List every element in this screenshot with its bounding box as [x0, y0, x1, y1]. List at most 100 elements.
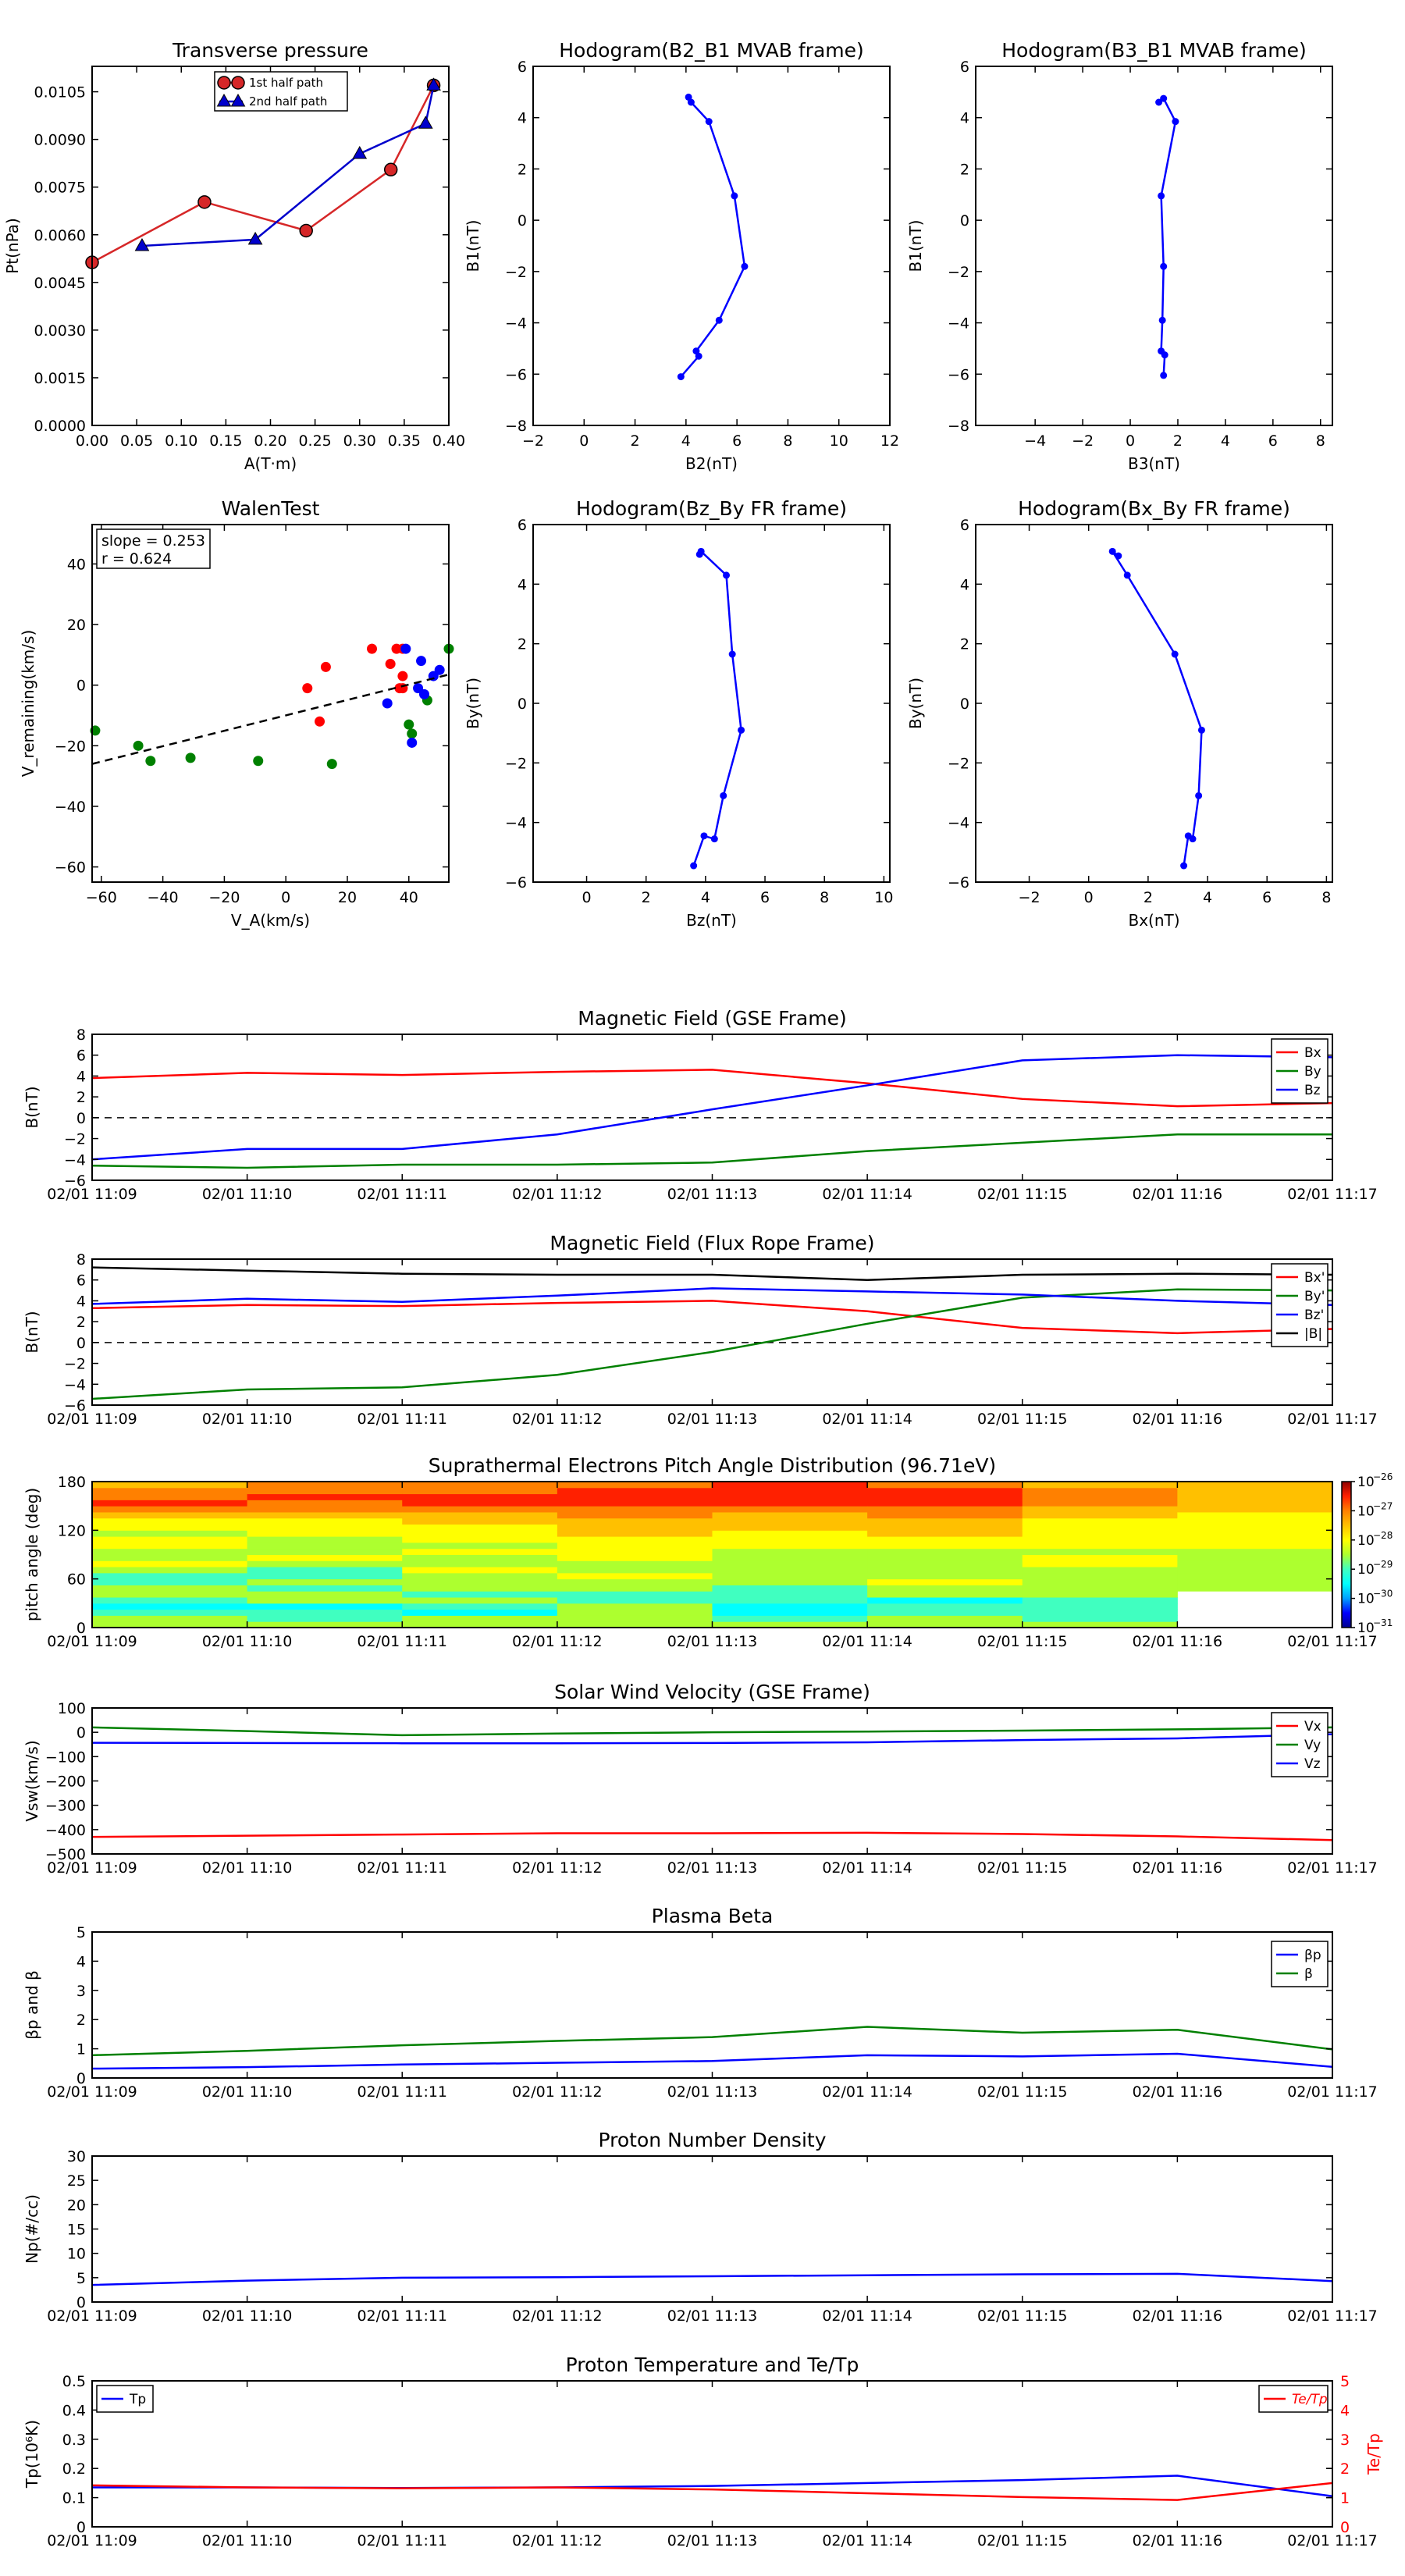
- y-tick-label: −4: [505, 815, 527, 832]
- x-tick-label: 0.25: [298, 432, 331, 450]
- heatmap-cell: [712, 1560, 868, 1567]
- y-tick-label: −2: [948, 264, 969, 281]
- chart-title: Plasma Beta: [652, 1905, 774, 1927]
- x-tick-label: 02/01 11:13: [667, 1411, 758, 1428]
- legend-label: Bz': [1304, 1308, 1324, 1323]
- x-tick-label: 02/01 11:13: [667, 2532, 758, 2549]
- plot-frame: [91, 524, 450, 883]
- heatmap-cell: [557, 1609, 713, 1616]
- heatmap-cell: [712, 1530, 868, 1537]
- heatmap-cell: [92, 1615, 248, 1622]
- heatmap-cell: [1022, 1482, 1178, 1489]
- y-axis-label: B1(nT): [906, 220, 925, 272]
- heatmap-cell: [557, 1493, 713, 1500]
- heatmap-cell: [1022, 1517, 1178, 1525]
- heatmap-cell: [92, 1609, 248, 1616]
- heatmap-cell: [92, 1585, 248, 1592]
- y-tick-label: 6: [518, 59, 527, 76]
- heatmap-cell: [557, 1548, 713, 1555]
- x-tick-label: 02/01 11:14: [822, 2083, 912, 2101]
- x-tick-label: 02/01 11:11: [357, 1411, 447, 1428]
- panel-h3: Hodogram(Bz_By FR frame) 0 2 4 6 8 10 −6 −4 −2 0 2 4…: [464, 497, 893, 930]
- x-tick-label: 8: [1316, 432, 1325, 450]
- data-point: [738, 726, 745, 734]
- heatmap-cell: [1022, 1585, 1178, 1592]
- data-point: [1195, 792, 1203, 799]
- colorbar-tick-label: 10: [1357, 1503, 1375, 1519]
- x-tick-label: 0: [582, 889, 592, 906]
- y-tick-label: 6: [76, 1272, 86, 1290]
- heatmap-cell: [867, 1500, 1023, 1507]
- legend-label: Te/Tp: [1292, 2392, 1328, 2407]
- heatmap-cell: [712, 1511, 868, 1519]
- x-tick-label: 02/01 11:10: [202, 1859, 293, 1877]
- data-point: [418, 116, 433, 129]
- series-line-0: [91, 2272, 1333, 2286]
- heatmap-cell: [712, 1578, 868, 1585]
- heatmap-cell: [712, 1493, 868, 1500]
- data-point: [1158, 316, 1166, 324]
- y-tick-label: 100: [58, 1700, 86, 1717]
- y-tick-label: 0: [518, 212, 527, 229]
- heatmap-cell: [1177, 1536, 1333, 1543]
- plot-frame: [975, 66, 1333, 426]
- x-tick-label: 02/01 11:13: [667, 1633, 758, 1650]
- heatmap-cell: [1022, 1615, 1178, 1622]
- heatmap-cell: [247, 1506, 403, 1513]
- series-line-vy: [91, 1726, 1333, 1737]
- y-tick-label: 1: [1340, 2490, 1350, 2507]
- heatmap-cell: [92, 1591, 248, 1598]
- heatmap-cell: [712, 1542, 868, 1550]
- x-axis-label: B2(nT): [685, 454, 738, 473]
- x-tick-label: 02/01 11:12: [512, 1411, 603, 1428]
- y-axis-label: Te/Tp: [1364, 2433, 1383, 2475]
- y-tick-label: 120: [58, 1522, 86, 1539]
- heatmap-cell: [1022, 1554, 1178, 1561]
- legend-label: β: [1304, 1966, 1313, 1982]
- y-tick-label: 0.0105: [34, 84, 86, 101]
- heatmap-cell: [92, 1506, 248, 1513]
- y-tick-label: −200: [45, 1774, 86, 1791]
- heatmap-cell: [1177, 1511, 1333, 1519]
- x-tick-label: 02/01 11:14: [822, 1411, 912, 1428]
- chart-title: Hodogram(B2_B1 MVAB frame): [559, 39, 864, 62]
- x-tick-label: 02/01 11:17: [1287, 2083, 1378, 2101]
- heatmap-cell: [1177, 1487, 1333, 1495]
- scatter-point: [326, 759, 337, 770]
- y-tick-label: −2: [948, 755, 969, 772]
- y-tick-label: 0.0000: [34, 418, 86, 435]
- scatter-point: [315, 716, 325, 727]
- y-tick-label: 5: [1340, 2373, 1350, 2390]
- data-point: [1158, 192, 1165, 200]
- colorbar-tick-exponent: −30: [1373, 1589, 1393, 1599]
- heatmap-cell: [1022, 1487, 1178, 1495]
- chart-title: Proton Number Density: [599, 2129, 827, 2151]
- heatmap-cell: [712, 1615, 868, 1622]
- y-tick-label: 0.0075: [34, 180, 86, 197]
- heatmap-cell: [557, 1506, 713, 1513]
- heatmap-cell: [402, 1511, 558, 1519]
- heatmap-cell: [92, 1603, 248, 1610]
- y-tick-label: −4: [505, 315, 527, 333]
- y-tick-label: −6: [505, 874, 527, 891]
- data-point: [1197, 726, 1205, 734]
- colorbar-tick-label: 10: [1357, 1475, 1375, 1490]
- y-tick-label: 2: [76, 2012, 86, 2029]
- heatmap-cell: [402, 1506, 558, 1513]
- data-point: [723, 571, 731, 579]
- data-point: [741, 262, 749, 270]
- x-tick-label: 02/01 11:16: [1133, 1411, 1223, 1428]
- y-tick-label: 5: [76, 1924, 86, 1941]
- x-tick-label: 02/01 11:12: [512, 2532, 603, 2549]
- heatmap-cell: [867, 1493, 1023, 1500]
- colorbar-tick-label: 10: [1357, 1592, 1375, 1607]
- heatmap-cell: [867, 1615, 1023, 1622]
- series-line-vz: [91, 1733, 1333, 1745]
- series-line-0: [680, 96, 746, 378]
- x-tick-label: 02/01 11:15: [977, 1633, 1068, 1650]
- data-point: [1123, 571, 1131, 579]
- x-tick-label: 02/01 11:14: [822, 2532, 912, 2549]
- x-tick-label: 02/01 11:16: [1133, 2307, 1223, 2325]
- heatmap-cell: [92, 1560, 248, 1567]
- y-tick-label: −2: [64, 1131, 86, 1148]
